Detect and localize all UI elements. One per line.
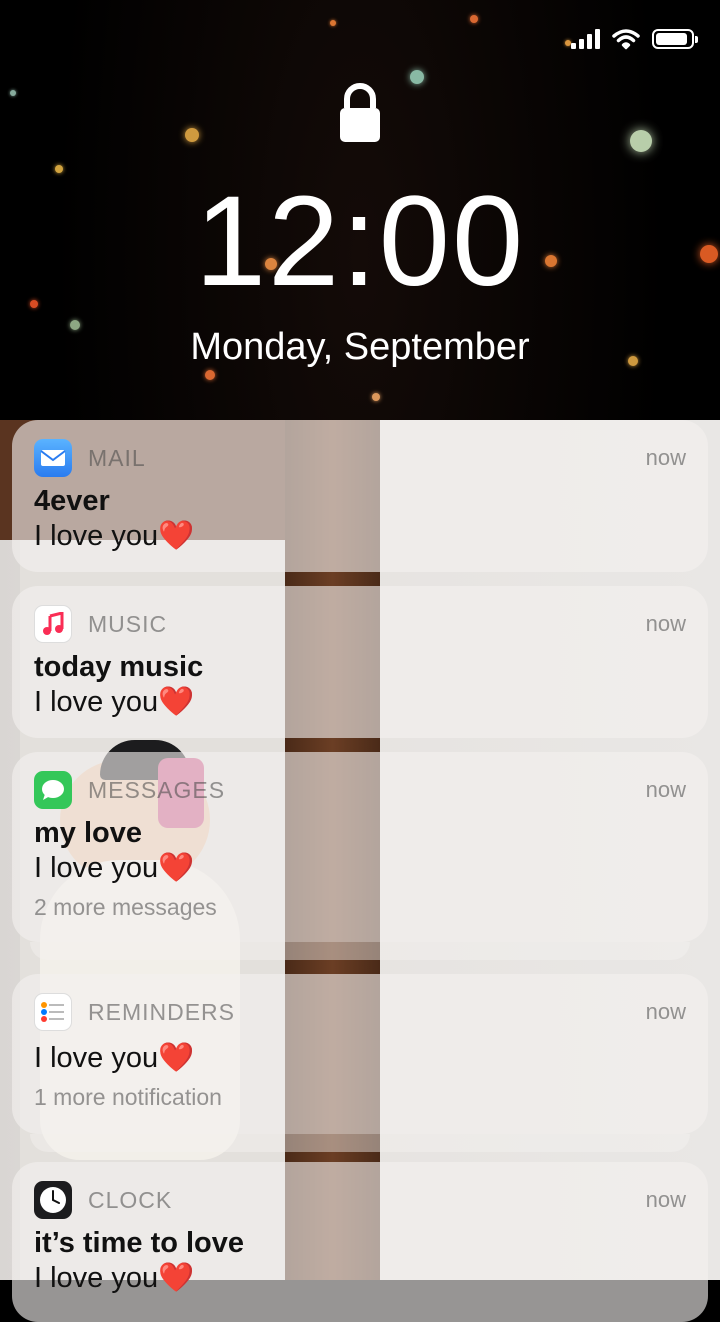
messages-icon xyxy=(34,771,72,809)
lock-icon xyxy=(340,83,380,142)
bokeh-dot xyxy=(470,15,478,23)
notification-messages[interactable]: MESSAGES now my love I love you❤️ 2 more… xyxy=(12,752,708,942)
wifi-icon xyxy=(612,29,640,50)
signal-icon xyxy=(571,29,600,49)
notification-time: now xyxy=(645,445,686,470)
notification-clock[interactable]: CLOCK now it’s time to love I love you❤️ xyxy=(12,1162,708,1322)
status-bar xyxy=(571,24,698,54)
bokeh-dot xyxy=(372,393,380,401)
music-icon xyxy=(34,605,72,643)
notification-app-name: MESSAGES xyxy=(88,776,226,803)
clock-date: Monday, September xyxy=(190,326,530,368)
notification-stack-edge xyxy=(30,942,690,960)
notification-title: today music xyxy=(34,651,204,683)
notification-app-name: MUSIC xyxy=(88,610,168,637)
notification-body: I love you❤️ xyxy=(34,1262,195,1294)
bokeh-dot xyxy=(205,370,215,380)
notification-music[interactable]: MUSIC now today music I love you❤️ xyxy=(12,586,708,738)
bokeh-dot xyxy=(630,130,652,152)
notification-app-name: CLOCK xyxy=(88,1186,173,1213)
notification-app-name: REMINDERS xyxy=(88,998,236,1025)
notification-body: I love you❤️ xyxy=(34,520,195,552)
notification-more-count: 2 more messages xyxy=(34,894,217,920)
notification-body: I love you❤️ xyxy=(34,686,195,718)
bokeh-dot xyxy=(55,165,63,173)
notification-mail[interactable]: MAIL now 4ever I love you❤️ xyxy=(12,420,708,572)
reminders-icon xyxy=(34,993,72,1031)
notification-body: I love you❤️ xyxy=(34,1042,195,1074)
bokeh-dot xyxy=(410,70,424,84)
notification-body: I love you❤️ xyxy=(34,852,195,884)
notification-title: my love xyxy=(34,817,142,849)
notification-reminders[interactable]: REMINDERS now I love you❤️ 1 more notifi… xyxy=(12,974,708,1134)
notification-title: 4ever xyxy=(34,485,110,517)
notification-more-count: 1 more notification xyxy=(34,1084,222,1110)
bokeh-dot xyxy=(10,90,16,96)
clock-icon xyxy=(34,1181,72,1219)
mail-icon xyxy=(34,439,72,477)
bokeh-dot xyxy=(330,20,336,26)
notification-title: it’s time to love xyxy=(34,1227,245,1259)
notification-time: now xyxy=(645,999,686,1024)
notification-stack-edge xyxy=(30,1134,690,1152)
notification-app-name: MAIL xyxy=(88,444,146,471)
notification-time: now xyxy=(645,777,686,802)
clock-time: 12:00 xyxy=(194,170,526,313)
bokeh-dot xyxy=(185,128,199,142)
notification-time: now xyxy=(645,611,686,636)
notification-time: now xyxy=(645,1187,686,1212)
battery-icon xyxy=(652,29,698,49)
